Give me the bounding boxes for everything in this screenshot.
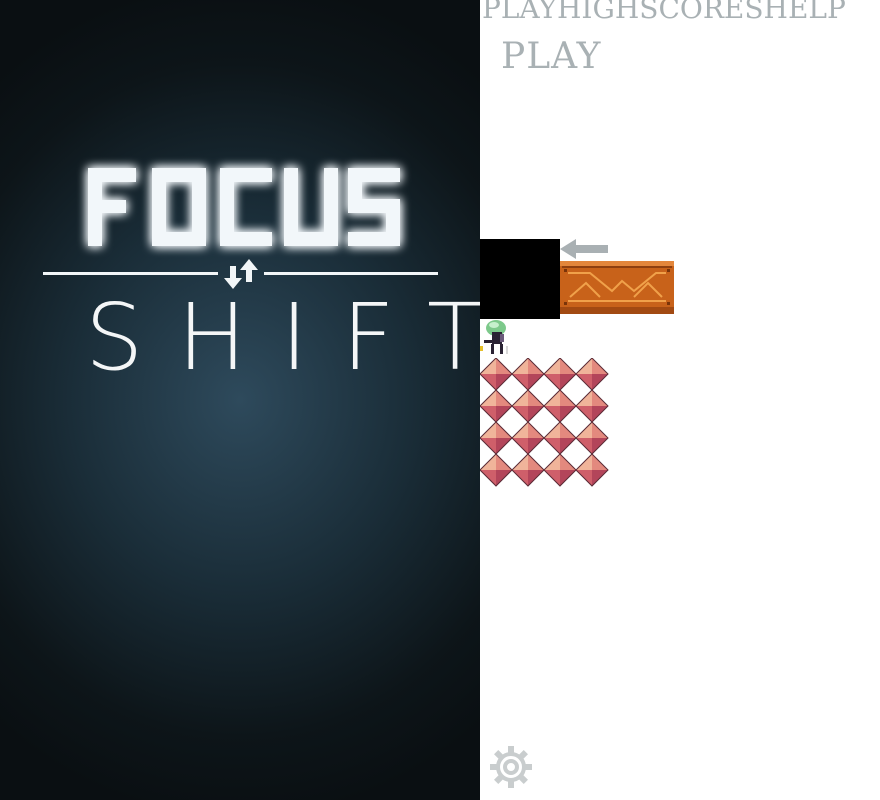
shift-logo-text: SHIFT — [85, 284, 480, 391]
spike-tile — [575, 357, 609, 391]
spike-tile — [543, 421, 577, 455]
spike-tile — [575, 389, 609, 423]
spike-tile — [575, 421, 609, 455]
spike-tile — [511, 453, 545, 487]
divider-left — [43, 272, 218, 275]
divider-right — [264, 272, 438, 275]
menu-item-play[interactable]: PLAY — [482, 0, 557, 25]
spike-tile — [543, 357, 577, 391]
spike-tile — [543, 453, 577, 487]
page-heading: PLAY — [501, 36, 602, 77]
spike-tile — [479, 389, 513, 423]
spike-tile — [479, 453, 513, 487]
black-block — [480, 239, 560, 319]
focus-logo — [40, 150, 440, 260]
left-arrow-icon — [560, 237, 610, 261]
spike-hazard — [479, 357, 610, 488]
spike-tile — [479, 421, 513, 455]
crate-block — [560, 261, 674, 314]
spike-tile — [479, 357, 513, 391]
spike-tile — [575, 453, 609, 487]
main-menu: PLAYHIGHSCORESHELP — [482, 0, 846, 25]
player-character — [480, 316, 514, 360]
spike-tile — [511, 389, 545, 423]
menu-item-highscores[interactable]: HIGHSCORES — [557, 0, 764, 25]
spike-tile — [511, 421, 545, 455]
menu-item-help[interactable]: HELP — [764, 0, 846, 25]
spike-tile — [511, 357, 545, 391]
spike-tile — [543, 389, 577, 423]
splash-panel: SHIFT — [0, 0, 480, 800]
gear-icon[interactable] — [488, 744, 534, 790]
